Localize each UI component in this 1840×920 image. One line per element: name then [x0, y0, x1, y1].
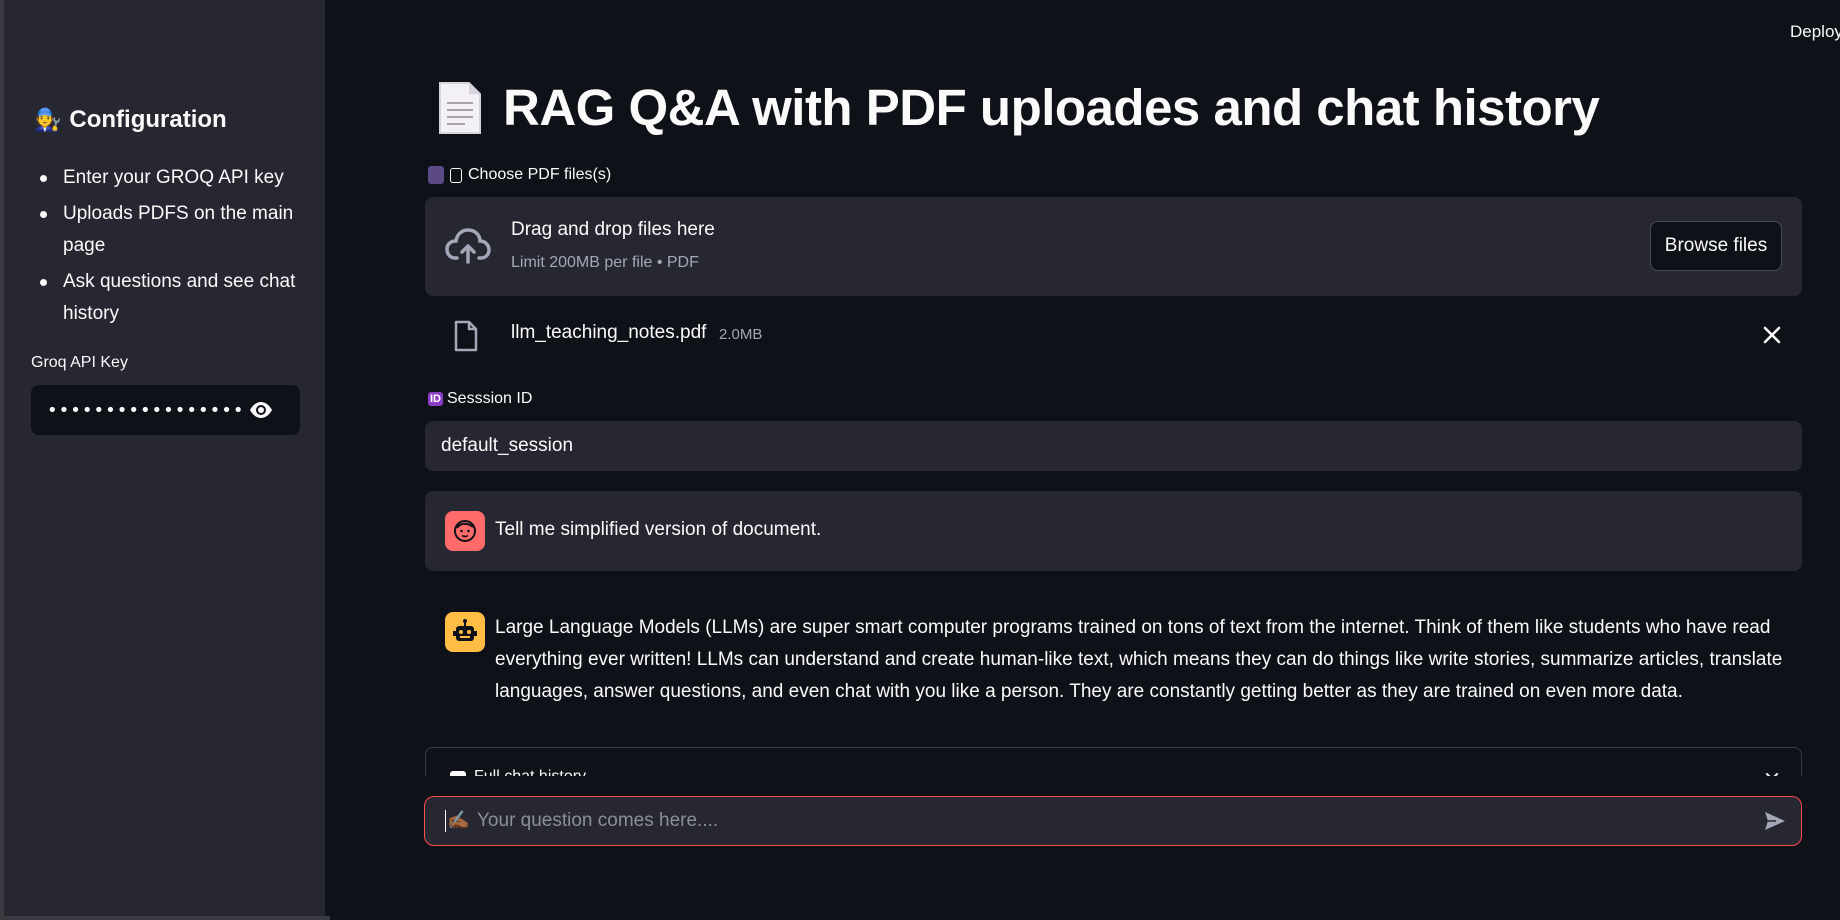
session-label-text: Sesssion ID: [447, 390, 533, 407]
instruction-item: Ask questions and see chat history: [34, 266, 304, 330]
id-badge-icon: ID: [428, 392, 443, 406]
text-caret: [445, 810, 446, 832]
user-message-text: Tell me simplified version of document.: [495, 519, 822, 540]
cloud-upload-icon: [445, 228, 491, 264]
sidebar-title-text: Configuration: [69, 106, 227, 133]
document-icon: [439, 81, 481, 134]
file-icon: [454, 320, 478, 352]
eye-icon[interactable]: [248, 400, 274, 420]
assistant-message-text: Large Language Models (LLMs) are super s…: [495, 617, 1783, 702]
user-face-icon: [454, 520, 476, 542]
session-id-input[interactable]: [425, 421, 1802, 471]
dropzone-instruction: Drag and drop files here: [511, 219, 715, 240]
page-title-row: RAG Q&A with PDF uploades and chat histo…: [437, 78, 1600, 137]
api-key-input[interactable]: [47, 399, 242, 421]
send-icon[interactable]: [1763, 810, 1787, 832]
deploy-button[interactable]: Deploy: [1790, 22, 1840, 42]
writing-hand-icon: ✍🏾: [447, 810, 470, 830]
api-key-label: Groq API Key: [31, 354, 128, 371]
notebook-icon: [428, 166, 444, 184]
file-size: 2.0MB: [719, 326, 763, 343]
robot-icon: [453, 619, 477, 641]
file-box-icon: [450, 167, 462, 183]
browse-files-button[interactable]: Browse files: [1650, 221, 1782, 271]
assistant-message: Large Language Models (LLMs) are super s…: [425, 592, 1802, 712]
mechanic-emoji-icon: 🧑‍🔧: [34, 107, 62, 132]
instruction-item: Enter your GROQ API key: [34, 162, 304, 194]
instruction-item: Uploads PDFS on the main page: [34, 198, 304, 262]
session-label: ID Sesssion ID: [428, 390, 532, 408]
chat-input[interactable]: [477, 797, 1727, 845]
assistant-avatar: [445, 612, 485, 652]
close-icon[interactable]: [1763, 326, 1781, 344]
user-message: Tell me simplified version of document.: [425, 491, 1802, 571]
uploaded-file-row: llm_teaching_notes.pdf 2.0MB: [425, 312, 1802, 358]
dropzone-limit: Limit 200MB per file • PDF: [511, 254, 699, 271]
sidebar-title: 🧑‍🔧 Configuration: [34, 106, 227, 134]
file-dropzone[interactable]: Drag and drop files here Limit 200MB per…: [425, 197, 1802, 296]
chat-input-container[interactable]: ✍🏾: [424, 796, 1802, 846]
uploader-label: Choose PDF files(s): [428, 166, 611, 184]
file-name: llm_teaching_notes.pdf: [511, 322, 707, 343]
sidebar: 🧑‍🔧 Configuration Enter your GROQ API ke…: [4, 0, 325, 916]
instruction-list: Enter your GROQ API key Uploads PDFS on …: [34, 162, 304, 334]
uploader-label-text: Choose PDF files(s): [468, 166, 612, 183]
api-key-field[interactable]: [31, 385, 300, 435]
page-title: RAG Q&A with PDF uploades and chat histo…: [503, 79, 1600, 136]
user-avatar: [445, 511, 485, 551]
